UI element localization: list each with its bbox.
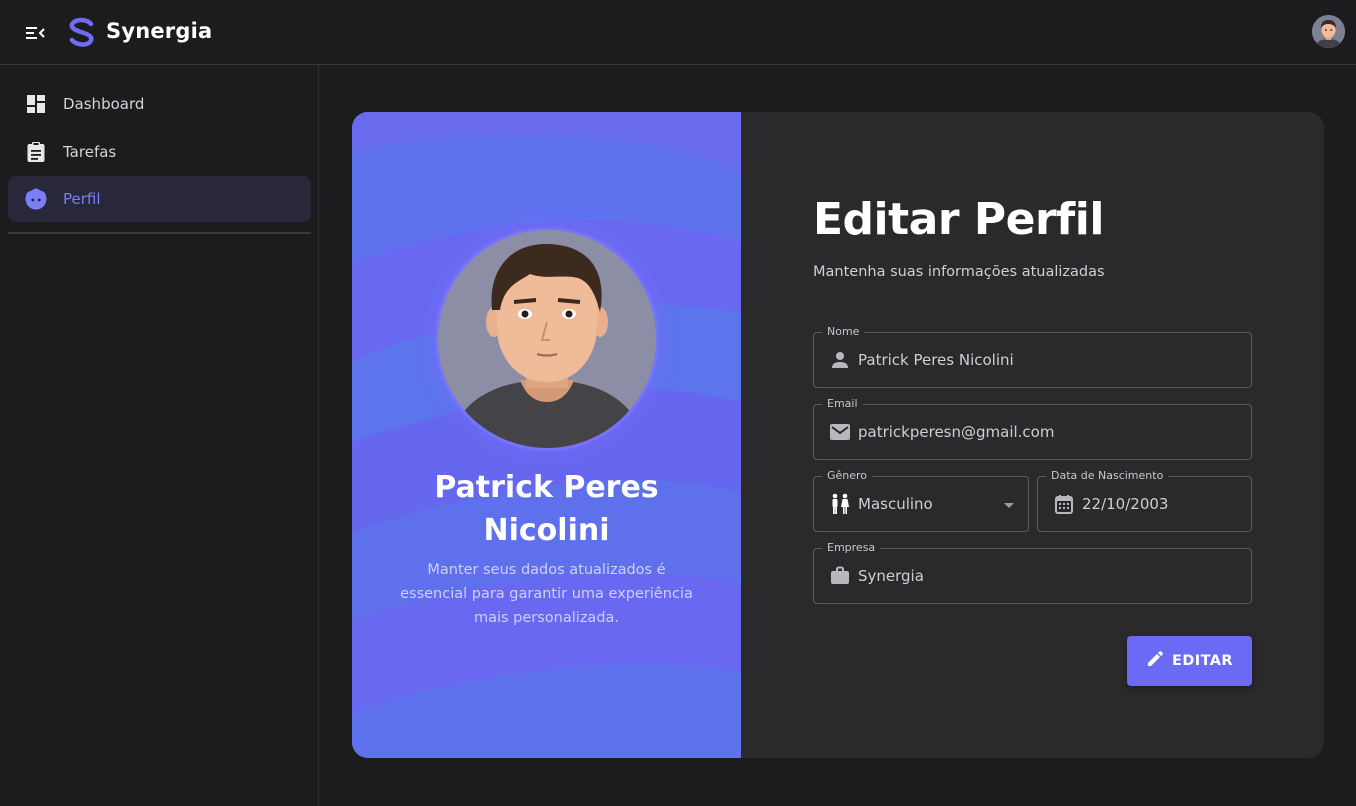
name-field-label: Nome bbox=[822, 324, 865, 340]
birthdate-field-label: Data de Nascimento bbox=[1046, 468, 1169, 484]
gender-select[interactable]: Gênero Masculino bbox=[813, 468, 1029, 532]
pencil-icon bbox=[1146, 650, 1164, 672]
name-field[interactable]: Nome Patrick Peres Nicolini bbox=[813, 324, 1252, 388]
profile-description: Manter seus dados atualizados é essencia… bbox=[400, 562, 693, 626]
user-avatar[interactable] bbox=[1312, 15, 1345, 48]
email-field-label: Email bbox=[822, 396, 863, 412]
person-icon bbox=[828, 348, 852, 372]
birthdate-field-value: 22/10/2003 bbox=[1082, 495, 1169, 513]
chevron-down-icon bbox=[1004, 503, 1014, 508]
company-field[interactable]: Empresa Synergia bbox=[813, 540, 1252, 604]
brand-name: Synergia bbox=[106, 19, 213, 43]
email-field[interactable]: Email patrickperesn@gmail.com bbox=[813, 396, 1252, 460]
sidebar-item-dashboard[interactable]: Dashboard bbox=[8, 81, 311, 127]
clipboard-icon bbox=[24, 140, 48, 164]
calendar-icon bbox=[1052, 492, 1076, 516]
sidebar-item-label: Perfil bbox=[63, 190, 101, 208]
wc-icon bbox=[828, 492, 852, 516]
name-field-value: Patrick Peres Nicolini bbox=[858, 351, 1014, 369]
sidebar-item-perfil[interactable]: Perfil bbox=[8, 176, 311, 222]
edit-button-label: EDITAR bbox=[1172, 653, 1233, 669]
page-subtitle: Mantenha suas informações atualizadas bbox=[813, 264, 1105, 280]
gender-field-label: Gênero bbox=[822, 468, 873, 484]
sidebar-item-label: Tarefas bbox=[63, 143, 117, 161]
page-title: Editar Perfil bbox=[813, 194, 1104, 245]
mail-icon bbox=[828, 420, 852, 444]
top-bar: Synergia bbox=[0, 0, 1356, 65]
gender-field-value: Masculino bbox=[858, 495, 933, 513]
company-field-value: Synergia bbox=[858, 567, 924, 585]
company-field-label: Empresa bbox=[822, 540, 881, 556]
menu-collapse-icon[interactable] bbox=[22, 20, 48, 46]
profile-photo bbox=[438, 230, 656, 448]
synergia-logo-icon bbox=[66, 17, 98, 47]
briefcase-icon bbox=[828, 564, 852, 588]
profile-name: Patrick Peres Nicolini bbox=[434, 470, 659, 548]
email-field-value: patrickperesn@gmail.com bbox=[858, 423, 1055, 441]
dashboard-icon bbox=[24, 92, 48, 116]
sidebar-item-label: Dashboard bbox=[63, 95, 145, 113]
profile-summary-panel: Patrick Peres Nicolini Manter seus dados… bbox=[352, 112, 741, 758]
sidebar-item-tarefas[interactable]: Tarefas bbox=[8, 129, 311, 175]
edit-button[interactable]: EDITAR bbox=[1127, 636, 1252, 686]
sidebar: Dashboard Tarefas Perfil bbox=[0, 65, 319, 806]
edit-form-panel: Editar Perfil Mantenha suas informações … bbox=[741, 112, 1324, 758]
profile-card: Patrick Peres Nicolini Manter seus dados… bbox=[352, 112, 1324, 758]
sidebar-divider bbox=[8, 232, 311, 234]
birthdate-field[interactable]: Data de Nascimento 22/10/2003 bbox=[1037, 468, 1252, 532]
face-icon bbox=[24, 187, 48, 211]
